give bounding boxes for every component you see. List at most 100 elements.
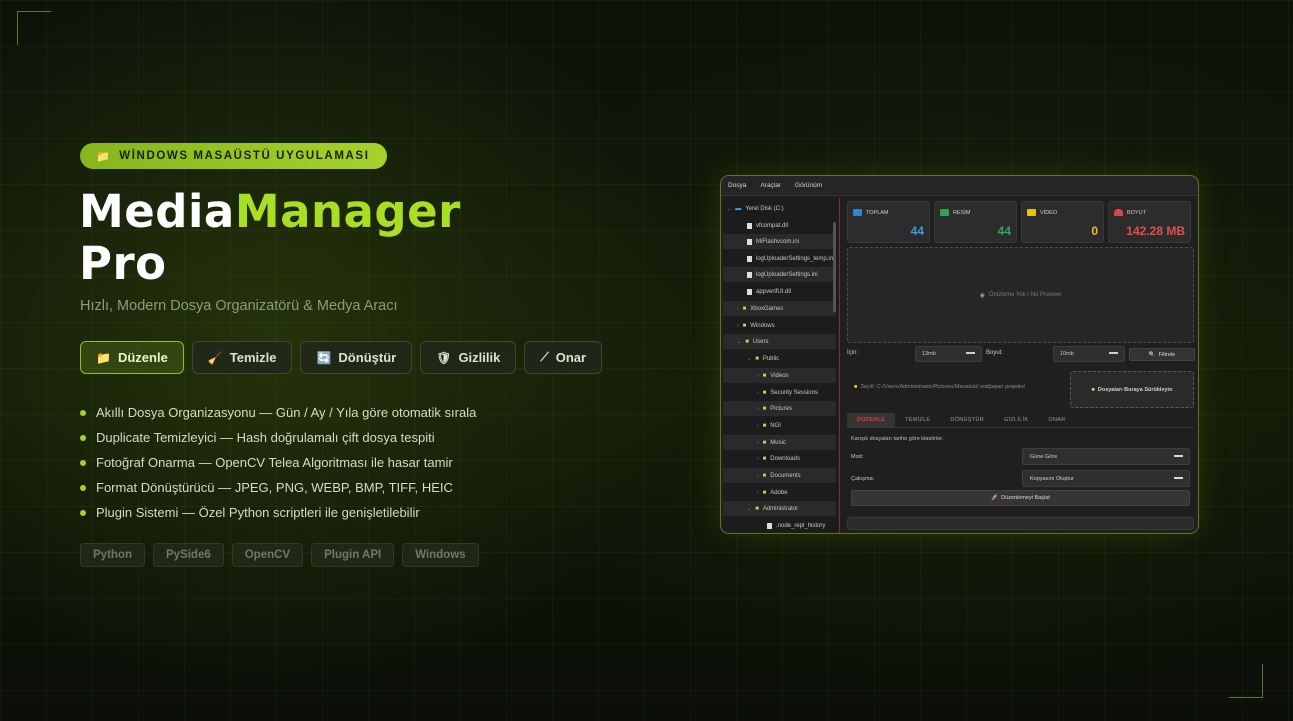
feature-item: Fotoğraf Onarma — OpenCV Telea Algoritma… bbox=[80, 450, 476, 475]
folder-icon: ■ bbox=[762, 489, 767, 496]
stat-card-total: TOPLAM 44 bbox=[847, 201, 930, 243]
tree-item[interactable]: › ■ XboxGames bbox=[723, 301, 836, 316]
tree-item[interactable]: logUploaderSettings.ini bbox=[723, 267, 836, 282]
folder-icon: ■ bbox=[762, 405, 767, 412]
tech-chip: PySide6 bbox=[152, 543, 224, 567]
drive-icon: ▬ bbox=[735, 205, 742, 212]
folder-icon: ■ bbox=[1091, 386, 1095, 393]
tab-duzenle[interactable]: 📁 Düzenle bbox=[80, 341, 184, 374]
shield-icon: 🛡 bbox=[436, 350, 452, 365]
tab-temizle[interactable]: 🧹 Temizle bbox=[191, 341, 293, 374]
stat-value: 0 bbox=[1091, 224, 1098, 238]
tree-item[interactable]: vfcompat.dll bbox=[747, 218, 788, 233]
tree-item[interactable]: ⌄ ■ Administrator bbox=[723, 501, 836, 516]
app-tab-donustur[interactable]: DÖNÜŞTÜR bbox=[940, 413, 994, 427]
tree-item[interactable]: › ■ Adobe bbox=[757, 485, 788, 500]
tree-item[interactable]: › ■ Videos bbox=[723, 368, 836, 383]
tech-chip: Python bbox=[80, 543, 145, 567]
platform-badge-label: WİNDOWS MASAÜSTÜ UYGULAMASI bbox=[119, 150, 370, 162]
folder-icon: ■ bbox=[762, 439, 767, 446]
folder-icon: ■ bbox=[745, 338, 749, 345]
tree-item[interactable]: ⌄ ▬ Yerel Disk (C:) bbox=[727, 201, 784, 216]
conflict-row: Çakışma: Kopyasını Oluştur bbox=[851, 470, 1194, 487]
tree-item[interactable]: appverifUI.dll bbox=[747, 284, 791, 299]
size-label: Boyut: bbox=[986, 350, 1004, 356]
mode-row: Mod: Güne Göre bbox=[851, 448, 1194, 465]
menu-dosya[interactable]: Dosya bbox=[728, 182, 746, 189]
tab-donustur[interactable]: 🔄 Dönüştür bbox=[300, 341, 413, 374]
stats-cards: TOPLAM 44 RESİM 44 VİDEO 0 BOYUT 142.28 … bbox=[847, 201, 1191, 243]
bullet-dot-icon bbox=[80, 409, 86, 416]
app-screenshot: Dosya Araçlar Görünüm ⌄ ▬ Yerel Disk (C:) … bbox=[720, 175, 1199, 534]
spinner-icon[interactable] bbox=[966, 352, 975, 354]
drop-zone[interactable]: ■ Dosyaları Buraya Sürükleyin bbox=[1070, 371, 1194, 408]
min-size-input[interactable]: 13mb bbox=[915, 346, 982, 362]
dropdown-icon bbox=[1174, 455, 1183, 457]
filter-button[interactable]: 🔍 Filtrele bbox=[1129, 348, 1195, 361]
tab-gizlilik[interactable]: 🛡 Gizlilik bbox=[420, 341, 517, 374]
tree-item[interactable]: › ■ Pictures bbox=[723, 401, 836, 416]
file-icon bbox=[747, 255, 752, 262]
video-camera-icon bbox=[1027, 209, 1036, 216]
tech-chip: Plugin API bbox=[311, 543, 395, 567]
feature-list: Akıllı Dosya Organizasyonu — Gün / Ay / … bbox=[80, 400, 476, 525]
filter-bar: İçin: 13mb Boyut: 10mb 🔍 Filtrele bbox=[847, 346, 1195, 362]
app-tab-gizlilik[interactable]: GİZLİLİK bbox=[994, 413, 1038, 427]
platform-badge: 📁 WİNDOWS MASAÜSTÜ UYGULAMASI bbox=[80, 143, 387, 169]
min-size-label: İçin: bbox=[847, 350, 859, 356]
preview-area: ◉ Önizleme Yok / No Preview bbox=[847, 247, 1194, 343]
broom-icon: 🧹 bbox=[207, 350, 223, 365]
folder-icon: ■ bbox=[854, 384, 858, 390]
tree-item[interactable]: › ■ Windows bbox=[737, 318, 775, 333]
menu-araclar[interactable]: Araçlar bbox=[760, 182, 781, 189]
tech-chip: OpenCV bbox=[231, 543, 304, 567]
stat-card-video: VİDEO 0 bbox=[1021, 201, 1104, 243]
file-icon bbox=[747, 238, 752, 245]
wand-icon: ⟋ bbox=[540, 350, 549, 364]
tree-scrollbar[interactable] bbox=[833, 222, 836, 312]
tree-item[interactable]: › ■ Security Sessions bbox=[757, 385, 818, 400]
folder-icon: ■ bbox=[755, 355, 759, 362]
tree-item[interactable]: ⌄ ■ Users bbox=[723, 334, 836, 349]
tree-item[interactable]: › ■ Music bbox=[723, 435, 836, 450]
conflict-label: Çakışma: bbox=[851, 476, 875, 482]
tree-item[interactable]: .node_repl_history bbox=[767, 518, 825, 533]
mode-label: Mod: bbox=[851, 454, 864, 460]
bullet-dot-icon bbox=[80, 509, 86, 516]
mode-select[interactable]: Güne Göre bbox=[1022, 448, 1190, 465]
file-icon bbox=[767, 522, 772, 529]
tree-item[interactable]: › ■ Documents bbox=[723, 468, 836, 483]
folder-icon: ■ bbox=[762, 389, 767, 396]
menu-bar: Dosya Araçlar Görünüm bbox=[721, 176, 1198, 196]
page-subtitle: Hızlı, Modern Dosya Organizatörü & Medya… bbox=[80, 298, 398, 314]
start-organize-button[interactable]: 🚀 Düzenlemeyi Başlat bbox=[851, 490, 1190, 506]
folder-icon: ■ bbox=[762, 422, 767, 429]
tab-onar[interactable]: ⟋ Onar bbox=[524, 341, 603, 374]
conflict-select[interactable]: Kopyasını Oluştur bbox=[1022, 470, 1190, 487]
app-tab-onar[interactable]: ONAR bbox=[1038, 413, 1075, 427]
app-tab-temizle[interactable]: TEMİZLE bbox=[895, 413, 940, 427]
menu-gorunum[interactable]: Görünüm bbox=[795, 182, 822, 189]
size-input[interactable]: 10mb bbox=[1053, 346, 1125, 362]
database-icon bbox=[1114, 209, 1123, 216]
tree-item[interactable]: logUploaderSettings_temp.ini bbox=[747, 251, 834, 266]
tree-item[interactable]: MiFlashvcom.ini bbox=[723, 234, 836, 249]
folder-icon: ■ bbox=[755, 505, 759, 512]
panel-divider[interactable] bbox=[839, 198, 840, 533]
folder-icon: ■ bbox=[762, 472, 767, 479]
file-tree[interactable]: ⌄ ▬ Yerel Disk (C:) vfcompat.dll MiFlashvc… bbox=[723, 198, 838, 533]
file-icon bbox=[747, 271, 752, 278]
tech-stack: Python PySide6 OpenCV Plugin API Windows bbox=[80, 543, 479, 567]
corner-bracket-top-left bbox=[17, 11, 51, 45]
feature-item: Plugin Sistemi — Özel Python scriptleri … bbox=[80, 500, 476, 525]
bullet-dot-icon bbox=[80, 484, 86, 491]
tree-item[interactable]: › ■ Downloads bbox=[757, 451, 800, 466]
tree-item[interactable]: › ■ NGI bbox=[757, 418, 781, 433]
app-tab-duzenle[interactable]: DÜZENLE bbox=[847, 413, 896, 427]
tree-item[interactable]: ⌄ ■ Public bbox=[747, 351, 779, 366]
rocket-icon: 🚀 bbox=[991, 495, 999, 501]
image-icon bbox=[940, 209, 949, 216]
feature-item: Format Dönüştürücü — JPEG, PNG, WEBP, BM… bbox=[80, 475, 476, 500]
spinner-icon[interactable] bbox=[1109, 352, 1118, 354]
file-icon bbox=[747, 222, 752, 229]
